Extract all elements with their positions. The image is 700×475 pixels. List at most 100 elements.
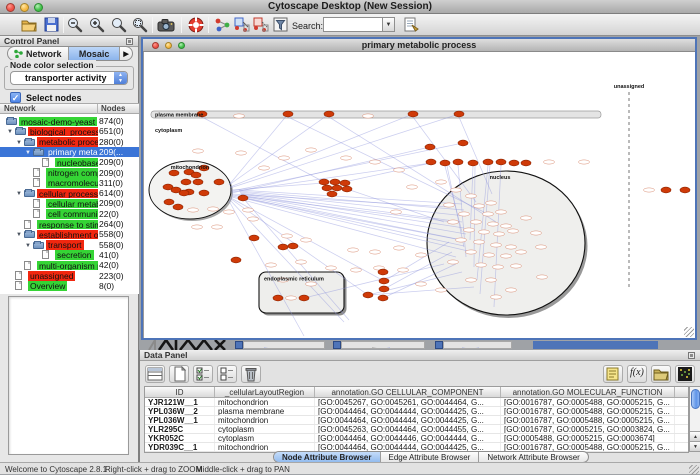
graph-node-label[interactable] xyxy=(279,156,290,160)
graph-node-label[interactable] xyxy=(192,225,203,229)
graph-node[interactable] xyxy=(453,159,463,165)
tree-row[interactable]: nucleobase-209(0) xyxy=(0,157,139,167)
zoom-window-icon[interactable] xyxy=(178,42,185,49)
table-cell[interactable]: YPL036W__1 xyxy=(145,416,215,424)
graph-node[interactable] xyxy=(458,140,468,146)
function-builder-icon[interactable]: f(x) xyxy=(627,365,647,383)
table-cell[interactable]: [GO:0016787, GO:0005488, GO:0005215, G..… xyxy=(501,416,675,424)
import-attributes-folder-icon[interactable] xyxy=(651,365,671,383)
graph-node-label[interactable] xyxy=(436,288,447,292)
graph-node[interactable] xyxy=(468,160,478,166)
birdseye-view[interactable] xyxy=(8,296,129,455)
graph-node[interactable] xyxy=(199,190,209,196)
table-row[interactable]: YPL036W__2plasma membrane[GO:0044464, GO… xyxy=(145,407,688,416)
graph-node-label[interactable] xyxy=(248,217,259,221)
graph-node[interactable] xyxy=(363,292,373,298)
window-resize-grip[interactable] xyxy=(684,327,694,337)
graph-node[interactable] xyxy=(340,180,350,186)
graph-node-label[interactable] xyxy=(282,234,293,238)
select-all-attributes-icon[interactable] xyxy=(193,365,213,383)
graph-node[interactable] xyxy=(379,286,389,292)
tree-row[interactable]: nitrogen compo209(0) xyxy=(0,168,139,178)
graph-node-label[interactable] xyxy=(479,230,490,234)
graph-node[interactable] xyxy=(322,185,332,191)
attribute-matrix-icon[interactable] xyxy=(675,365,695,383)
notes-icon[interactable] xyxy=(603,365,623,383)
graph-node-label[interactable] xyxy=(486,278,497,282)
zoom-in-icon[interactable] xyxy=(88,16,106,34)
graph-node-label[interactable] xyxy=(444,203,455,207)
graph-node[interactable] xyxy=(378,295,388,301)
float-panel-icon[interactable] xyxy=(688,352,695,359)
search-dropdown-icon[interactable]: ▼ xyxy=(383,17,395,32)
graph-node-label[interactable] xyxy=(488,222,499,226)
tree-row[interactable]: ▼primary metabo209(... xyxy=(0,147,139,157)
table-cell[interactable]: cytoplasm xyxy=(215,434,315,442)
network-file-icon[interactable] xyxy=(402,16,420,34)
graph-node-label[interactable] xyxy=(501,224,512,228)
tree-row[interactable]: ▼cellular process614(0) xyxy=(0,188,139,198)
background-window-titlebar[interactable] xyxy=(435,341,443,349)
graph-node-label[interactable] xyxy=(491,243,502,247)
table-cell[interactable]: mitochondrion xyxy=(215,398,315,406)
graph-node-label[interactable] xyxy=(188,208,199,212)
graph-node-label[interactable] xyxy=(508,229,519,233)
select-nodes-checkbox[interactable]: ✓ xyxy=(10,92,21,103)
table-cell[interactable]: YPL036W__2 xyxy=(145,407,215,415)
tree-row[interactable]: ▼metabolic process280(0) xyxy=(0,137,139,147)
float-panel-icon[interactable] xyxy=(126,38,133,45)
graph-node-label[interactable] xyxy=(521,216,532,220)
table-scrollbar[interactable]: ▲ ▼ xyxy=(689,386,700,452)
table-cell[interactable]: [GO:0016787, GO:0005488, GO:0005215, G..… xyxy=(501,398,675,406)
graph-node[interactable] xyxy=(342,186,352,192)
graph-node-label[interactable] xyxy=(536,245,547,249)
tree-row[interactable]: ▼biological_process651(0) xyxy=(0,126,139,136)
background-window[interactable] xyxy=(443,341,512,349)
graph-node[interactable] xyxy=(332,185,342,191)
background-window[interactable] xyxy=(341,341,425,349)
tree-row[interactable]: unassigned223(0) xyxy=(0,271,139,281)
snapshot-camera-icon[interactable] xyxy=(157,16,175,34)
graph-node-label[interactable] xyxy=(306,148,317,152)
table-cell[interactable]: [GO:0045263, GO:0044464, GO:0044455, G..… xyxy=(315,425,501,433)
graph-node[interactable] xyxy=(214,179,224,185)
search-input[interactable] xyxy=(323,17,383,32)
graph-node[interactable] xyxy=(661,187,671,193)
tab-overflow-arrow-icon[interactable]: ▶ xyxy=(120,47,132,60)
graph-node-label[interactable] xyxy=(511,264,522,268)
graph-node-label[interactable] xyxy=(266,263,277,267)
graph-node-label[interactable] xyxy=(506,245,517,249)
table-cell[interactable]: mitochondrion xyxy=(215,416,315,424)
graph-node[interactable] xyxy=(238,195,248,201)
graph-node-label[interactable] xyxy=(234,114,245,118)
graph-node-label[interactable] xyxy=(493,265,504,269)
graph-node[interactable] xyxy=(173,204,183,210)
table-cell[interactable]: cytoplasm xyxy=(215,425,315,433)
graph-node-label[interactable] xyxy=(286,296,297,300)
close-window-icon[interactable] xyxy=(6,3,15,12)
table-cell[interactable]: [GO:0016787, GO:0005488, GO:0005215, G..… xyxy=(501,443,675,451)
column-header-id[interactable]: ID xyxy=(145,387,215,397)
vizmapper-icon[interactable] xyxy=(214,16,232,34)
graph-node[interactable] xyxy=(319,179,329,185)
graph-node[interactable] xyxy=(299,295,309,301)
graph-node-label[interactable] xyxy=(471,220,482,224)
graph-node-label[interactable] xyxy=(416,282,427,286)
graph-node[interactable] xyxy=(231,257,241,263)
graph-node-label[interactable] xyxy=(474,204,485,208)
new-attribute-icon[interactable] xyxy=(169,365,189,383)
zoom-window-icon[interactable] xyxy=(34,3,43,12)
filter-icon[interactable] xyxy=(272,16,290,34)
graph-node-label[interactable] xyxy=(407,185,418,189)
open-file-icon[interactable] xyxy=(20,16,38,34)
scroll-down-icon[interactable]: ▼ xyxy=(690,441,700,451)
table-cell[interactable]: [GO:0045267, GO:0045261, GO:0044464, G..… xyxy=(315,398,501,406)
tab-mosaic[interactable]: Mosaic xyxy=(69,47,120,60)
tree-row[interactable]: macromolecule311(0) xyxy=(0,178,139,188)
graph-node[interactable] xyxy=(164,199,174,205)
graph-node[interactable] xyxy=(273,295,283,301)
tree-row[interactable]: response to stimulu264(0) xyxy=(0,219,139,229)
tree-row[interactable]: ▼establishment of lo558(0) xyxy=(0,229,139,239)
graph-node-label[interactable] xyxy=(476,263,487,267)
column-header-cellular-component[interactable]: annotation.GO CELLULAR_COMPONENT xyxy=(315,387,501,397)
